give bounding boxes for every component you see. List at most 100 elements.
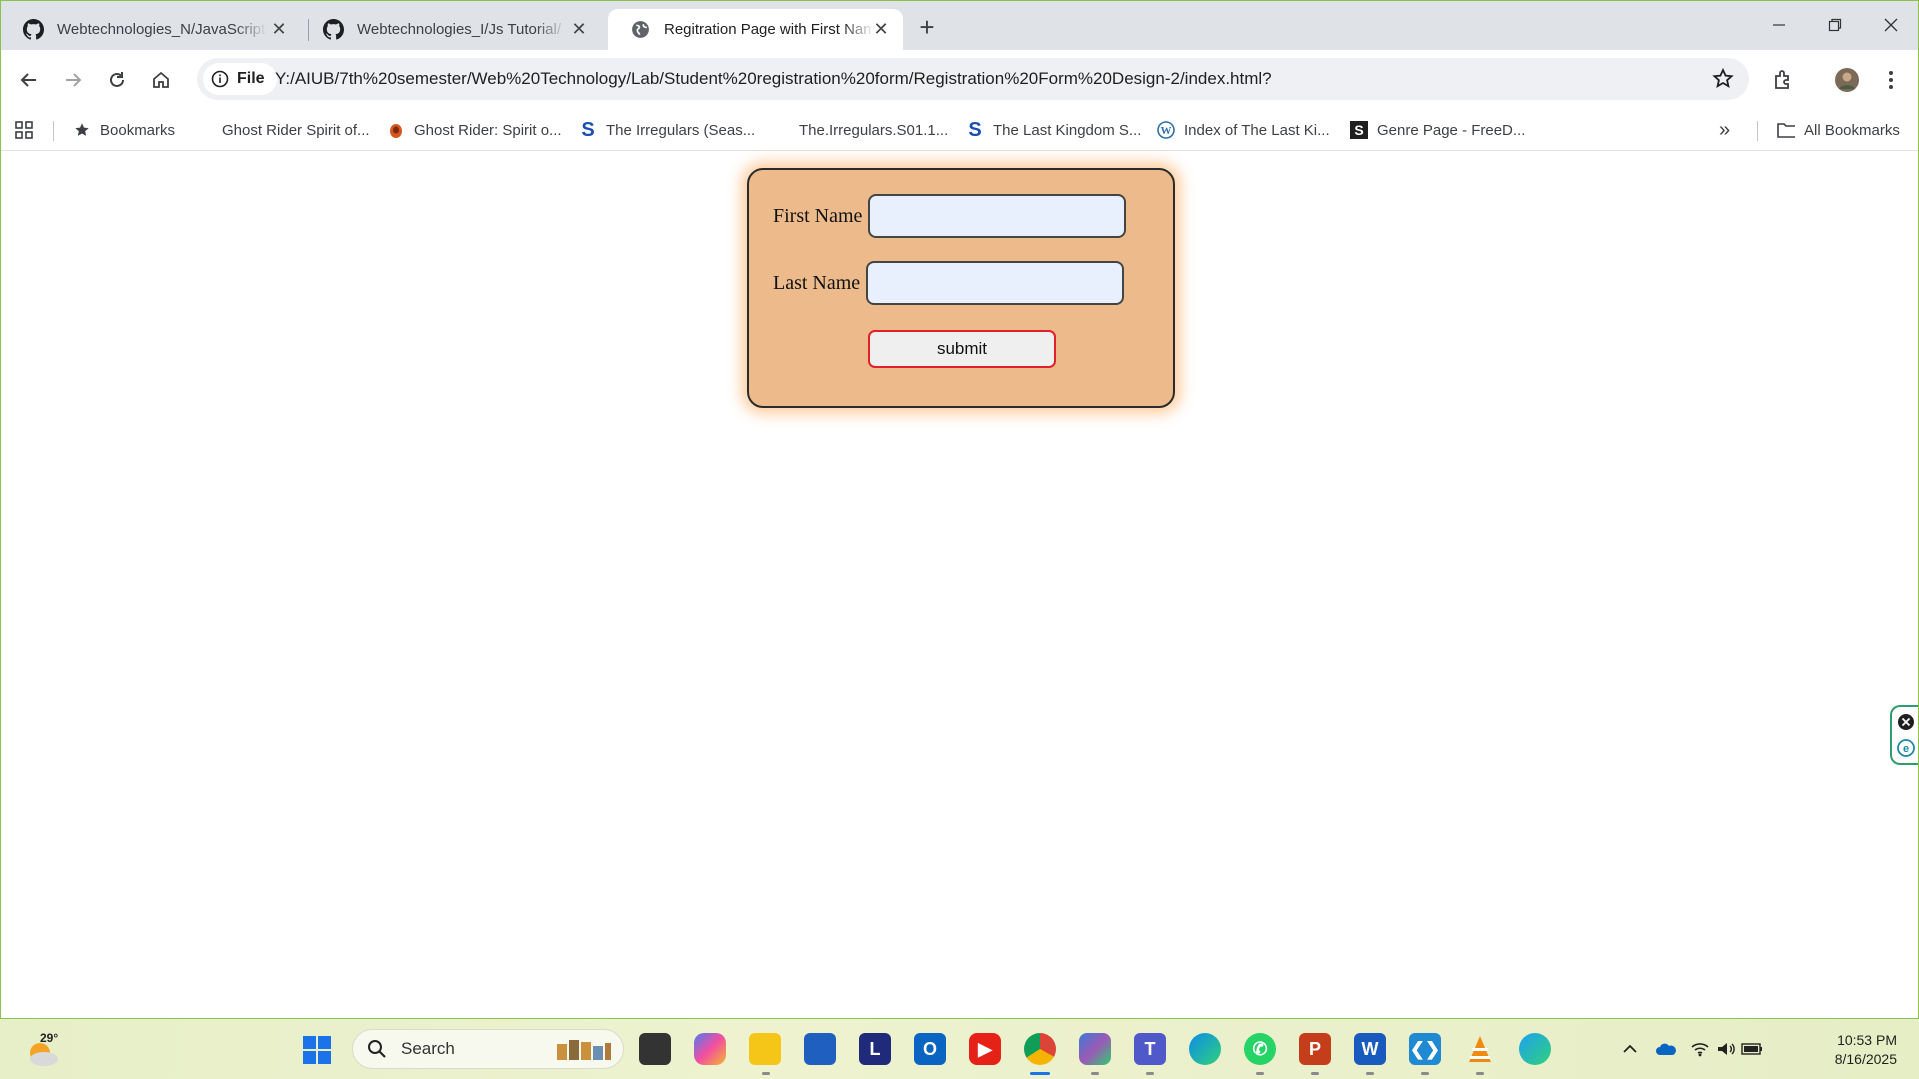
bookmark-item[interactable]: Ghost Rider: Spirit o... [387,119,562,141]
tab-strip: Webtechnologies_N/JavaScript/ ✕ Webtechn… [1,1,1918,50]
clock[interactable]: 10:53 PM 8/16/2025 [1835,1031,1897,1069]
edge-sidebar-icon[interactable]: e [1897,739,1915,757]
bookmark-label: Ghost Rider: Spirit o... [414,121,562,139]
browser-toolbar: File Y:/AIUB/7th%20semester/Web%20Techno… [1,50,1918,109]
home-icon[interactable] [143,62,179,98]
tab-registration-page[interactable]: Regitration Page with First Nam ✕ [608,9,903,50]
bookmark-item[interactable]: S The Irregulars (Seas... [579,119,755,141]
l-app-icon[interactable]: L [859,1033,891,1065]
new-tab-button[interactable]: + [911,11,943,43]
s-dark-logo-icon: S [1350,121,1368,139]
powerpoint-icon[interactable]: P [1299,1033,1331,1065]
bookmark-label: Bookmarks [100,121,176,139]
teams-icon[interactable]: T [1134,1033,1166,1065]
svg-text:e: e [1903,743,1909,755]
running-indicator [1476,1072,1484,1075]
close-icon[interactable]: ✕ [569,19,589,39]
folder-icon [1777,121,1795,139]
last-name-label: Last Name [773,271,861,294]
bookmark-star-icon[interactable] [1711,67,1735,91]
reload-icon[interactable] [99,62,135,98]
file-explorer-icon[interactable] [749,1033,781,1065]
volume-icon[interactable] [1715,1039,1737,1059]
search-highlight-icon [557,1040,611,1060]
address-bar[interactable]: File Y:/AIUB/7th%20semester/Web%20Techno… [197,58,1749,100]
edge-icon[interactable] [1189,1033,1221,1065]
close-icon[interactable]: ✕ [871,19,891,39]
store-icon[interactable] [804,1033,836,1065]
wordpress-icon: W [1157,121,1175,139]
bookmark-item-bookmarks[interactable]: Bookmarks [73,119,175,141]
running-indicator [762,1072,770,1075]
vscode-icon[interactable]: ❮❯ [1409,1033,1441,1065]
bookmark-item[interactable]: W Index of The Last Ki... [1157,119,1330,141]
vlc-icon[interactable] [1464,1033,1496,1065]
task-view-icon[interactable] [639,1033,671,1065]
bookmark-item[interactable]: The.Irregulars.S01.1... [799,119,948,141]
wifi-icon[interactable] [1689,1039,1711,1059]
taskbar-search-box[interactable]: Search [352,1029,624,1069]
bookmark-item[interactable]: Ghost Rider Spirit of... [222,119,370,141]
outlook-icon[interactable]: O [914,1033,946,1065]
whatsapp-icon[interactable]: ✆ [1244,1033,1276,1065]
running-indicator [1366,1072,1374,1075]
close-icon[interactable]: ✕ [269,19,289,39]
browser-window: Webtechnologies_N/JavaScript/ ✕ Webtechn… [1,1,1918,1018]
close-window-icon[interactable] [1869,7,1913,43]
back-icon[interactable] [11,62,47,98]
globe-icon [632,21,649,38]
submit-button[interactable]: submit [868,330,1056,368]
youtube-icon[interactable]: ▶ [969,1033,1001,1065]
bookmark-item[interactable]: S The Last Kingdom S... [966,119,1141,141]
forward-icon[interactable] [55,62,91,98]
bookmark-label: Ghost Rider Spirit of... [222,121,370,139]
site-chip-label: File [237,70,265,87]
tab-title: Regitration Page with First Nam [664,21,874,38]
close-circle-icon[interactable] [1897,713,1915,731]
bookmark-item[interactable]: S Genre Page - FreeD... [1350,119,1525,141]
active-indicator [1030,1072,1050,1075]
first-name-input[interactable] [868,194,1127,238]
onedrive-icon[interactable] [1655,1039,1677,1059]
first-name-label: First Name [773,204,863,227]
bookmarks-overflow-button[interactable]: » [1719,119,1730,141]
bookmark-label: Index of The Last Ki... [1184,121,1330,139]
ghost-rider-icon [387,121,405,139]
extensions-icon[interactable] [1765,62,1801,98]
site-info-chip[interactable]: File [203,63,277,95]
last-name-row: Last Name [773,261,1125,305]
tab-title: Webtechnologies_I/Js Tutorial/ [357,21,562,38]
word-icon[interactable]: W [1354,1033,1386,1065]
github-icon [323,19,344,40]
m365-icon[interactable] [1079,1033,1111,1065]
minimize-icon[interactable] [1757,7,1801,43]
bookmarks-bar: Bookmarks Ghost Rider Spirit of... Ghost… [1,109,1918,151]
running-indicator [1421,1072,1429,1075]
registration-form: First Name Last Name submit [747,168,1175,408]
s-logo-icon: S [581,118,595,141]
tab-title: Webtechnologies_N/JavaScript/ [57,21,267,38]
url-text[interactable]: Y:/AIUB/7th%20semester/Web%20Technology/… [275,69,1272,89]
menu-icon[interactable] [1873,62,1909,98]
profile-avatar[interactable] [1829,62,1865,98]
restore-icon[interactable] [1813,7,1857,43]
chevron-up-icon[interactable] [1619,1039,1641,1059]
windows-start-icon[interactable] [302,1035,332,1065]
apps-grid-icon[interactable] [15,119,33,141]
all-bookmarks-label: All Bookmarks [1804,121,1900,139]
tab-webtechnologies-i[interactable]: Webtechnologies_I/Js Tutorial/ ✕ [301,9,601,50]
all-bookmarks-button[interactable]: All Bookmarks [1777,119,1900,141]
battery-icon[interactable] [1741,1039,1763,1059]
svg-text:W: W [1161,125,1172,137]
star-icon [73,121,91,139]
s-logo-icon: S [968,118,982,141]
last-name-input[interactable] [866,261,1125,305]
bookmark-label: The Irregulars (Seas... [606,121,756,139]
side-extension-widget: e [1890,705,1918,765]
running-indicator [1256,1072,1264,1075]
bookmark-label: The.Irregulars.S01.1... [799,121,949,139]
copilot-icon[interactable] [694,1033,726,1065]
edge-dev-icon[interactable] [1519,1033,1551,1065]
chrome-icon[interactable] [1024,1033,1056,1065]
tab-webtechnologies-n[interactable]: Webtechnologies_N/JavaScript/ ✕ [1,9,301,50]
